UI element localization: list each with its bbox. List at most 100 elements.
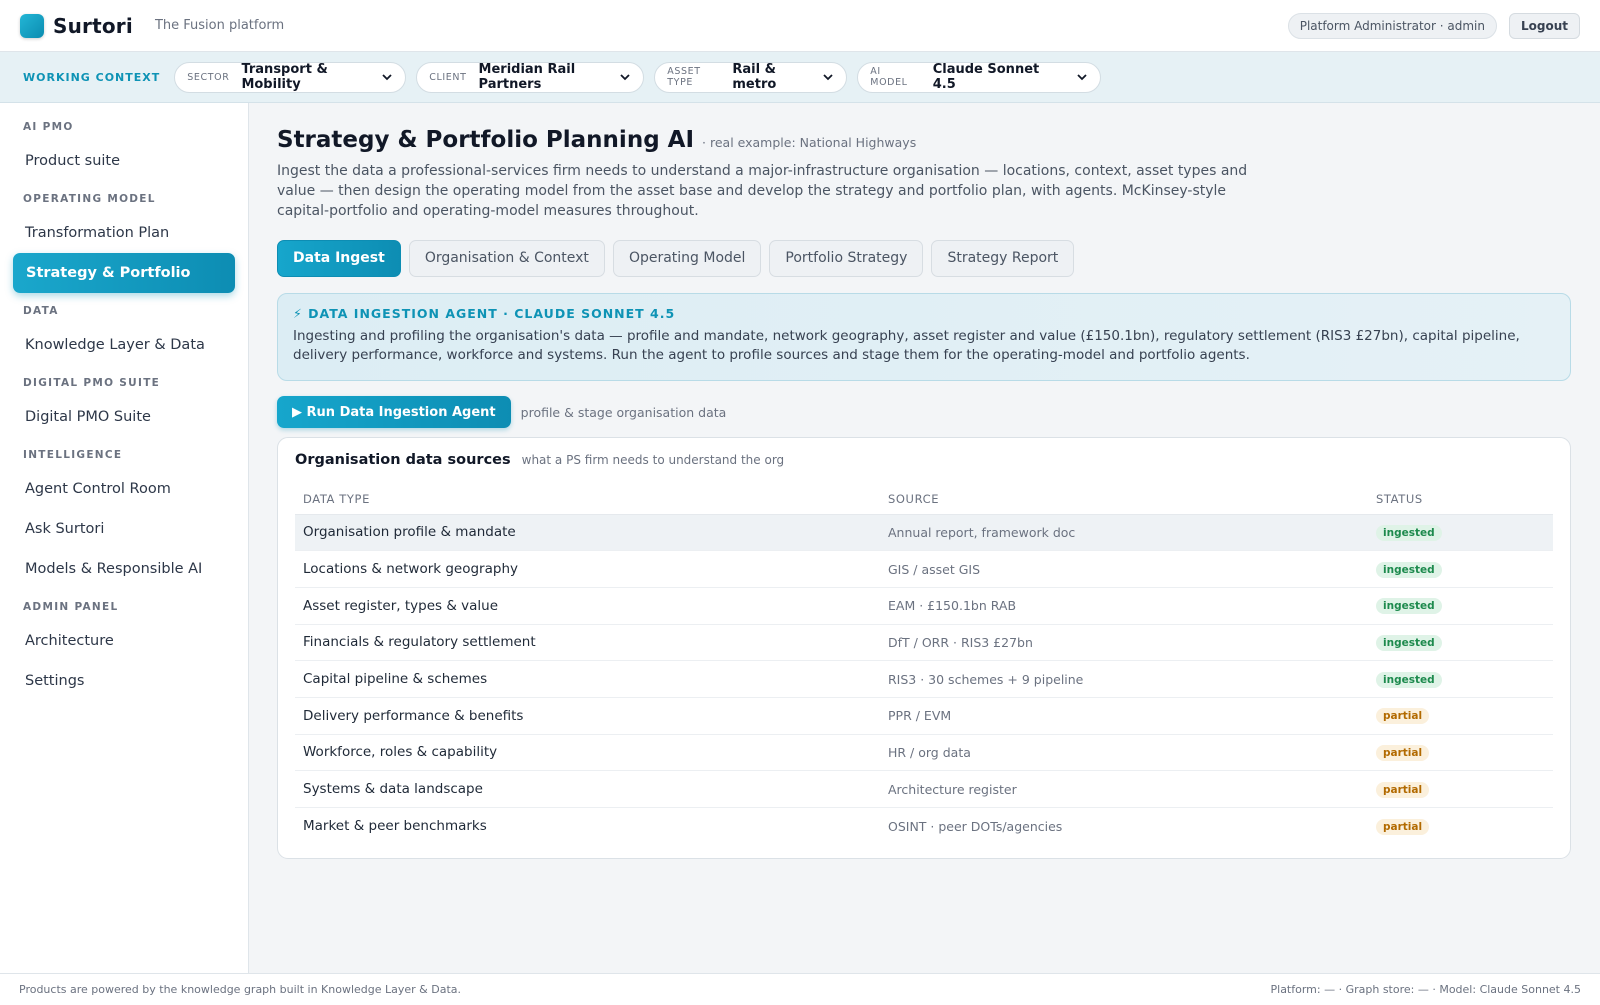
sidebar-item-knowledge-layer[interactable]: Knowledge Layer & Data: [0, 325, 248, 365]
sidebar-section-intelligence: INTELLIGENCE: [23, 449, 123, 461]
column-header-source: SOURCE: [880, 484, 1368, 515]
sidebar-item-models-responsible-ai[interactable]: Models & Responsible AI: [0, 549, 248, 589]
row-data-type: Capital pipeline & schemes: [295, 660, 880, 698]
sidebar-item-product-suite[interactable]: Product suite: [0, 141, 248, 181]
table-row[interactable]: Delivery performance & benefits PPR / EV…: [295, 697, 1553, 735]
tab-strategy-report[interactable]: Strategy Report: [931, 240, 1075, 277]
row-source: HR / org data: [880, 734, 1368, 772]
page-subtitle: · real example: National Highways: [702, 135, 917, 150]
agent-info-card: ⚡ DATA INGESTION AGENT · CLAUDE SONNET 4…: [277, 293, 1571, 381]
row-data-type: Delivery performance & benefits: [295, 697, 880, 735]
page-description: Ingest the data a professional-services …: [277, 163, 1248, 219]
table-row[interactable]: Workforce, roles & capability HR / org d…: [295, 734, 1553, 772]
status-badge: ingested: [1376, 524, 1442, 541]
sidebar-section-admin-panel: ADMIN PANEL: [23, 601, 119, 613]
sidebar-item-architecture[interactable]: Architecture: [0, 621, 248, 661]
logout-button[interactable]: Logout: [1508, 12, 1580, 39]
footer-bar: Products are powered by the knowledge gr…: [0, 973, 1600, 1005]
row-data-type: Locations & network geography: [295, 550, 880, 588]
sidebar-item-agent-control-room[interactable]: Agent Control Room: [0, 469, 248, 509]
sidebar-item-digital-pmo-suite[interactable]: Digital PMO Suite: [0, 397, 248, 437]
row-data-type: Organisation profile & mandate: [295, 514, 880, 552]
column-header-status: STATUS: [1368, 484, 1553, 515]
table-row[interactable]: Capital pipeline & schemes RIS3 · 30 sch…: [295, 660, 1553, 698]
status-badge: ingested: [1376, 561, 1442, 578]
status-badge: ingested: [1376, 598, 1442, 615]
asset-type-select-key: ASSET TYPE: [667, 66, 701, 88]
table-row[interactable]: Systems & data landscape Architecture re…: [295, 770, 1553, 808]
agent-description: Ingesting and profiling the organisation…: [293, 328, 1520, 363]
client-select-value: Meridian Rail Partners: [478, 62, 576, 92]
sector-select-key: SECTOR: [187, 71, 230, 83]
asset-type-select-value: Rail & metro: [732, 62, 777, 92]
sidebar-item-strategy-portfolio[interactable]: Strategy & Portfolio: [13, 253, 235, 293]
sidebar-item-settings[interactable]: Settings: [0, 661, 248, 701]
chevron-down-icon: [619, 71, 631, 83]
column-header-data-type: DATA TYPE: [295, 484, 880, 515]
tab-organisation-context[interactable]: Organisation & Context: [408, 240, 605, 277]
brand-name: Surtori: [53, 13, 133, 38]
sidebar-section-data: DATA: [23, 305, 59, 317]
status-badge: ingested: [1376, 671, 1442, 688]
table-row[interactable]: Locations & network geography GIS / asse…: [295, 550, 1553, 588]
row-data-type: Financials & regulatory settlement: [295, 624, 880, 662]
footer-note: Products are powered by the knowledge gr…: [19, 983, 462, 996]
data-sources-title: Organisation data sources: [295, 452, 511, 468]
sidebar-nav: AI PMO Product suite OPERATING MODEL Tra…: [0, 103, 249, 973]
tab-data-ingest[interactable]: Data Ingest: [277, 240, 401, 277]
row-source: Annual report, framework doc: [880, 514, 1368, 552]
tab-bar: Data Ingest Organisation & Context Opera…: [277, 240, 1572, 277]
row-data-type: Market & peer benchmarks: [303, 818, 487, 835]
run-agent-hint: profile & stage organisation data: [520, 404, 727, 420]
row-data-type: Workforce, roles & capability: [295, 734, 880, 772]
table-row[interactable]: Organisation profile & mandate Annual re…: [295, 514, 1553, 552]
data-sources-table: DATA TYPE SOURCE STATUS Organisation pro…: [295, 484, 1553, 844]
sidebar-item-ask-surtori[interactable]: Ask Surtori: [0, 509, 248, 549]
table-row[interactable]: Market & peer benchmarks OSINT · peer DO…: [295, 808, 1553, 845]
row-data-type: Systems & data landscape: [295, 770, 880, 808]
user-badge: Platform Administrator · admin: [1287, 12, 1497, 39]
page-title: Strategy & Portfolio Planning AI: [277, 127, 695, 153]
row-source: PPR / EVM: [880, 697, 1368, 735]
row-data-type: Asset register, types & value: [295, 587, 880, 625]
ai-model-select-key: AI MODEL: [870, 66, 908, 88]
run-agent-button[interactable]: ▶ Run Data Ingestion Agent: [277, 396, 511, 428]
chevron-down-icon: [1076, 71, 1088, 83]
row-source: OSINT · peer DOTs/agencies: [888, 818, 1063, 834]
row-source: RIS3 · 30 schemes + 9 pipeline: [880, 660, 1368, 698]
brand-tagline: The Fusion platform: [154, 18, 285, 33]
tab-operating-model[interactable]: Operating Model: [612, 240, 762, 277]
chevron-down-icon: [381, 71, 393, 83]
tab-portfolio-strategy[interactable]: Portfolio Strategy: [769, 240, 924, 277]
sector-select[interactable]: SECTOR Transport & Mobility: [174, 61, 407, 93]
chevron-down-icon: [822, 71, 834, 83]
row-source: Architecture register: [880, 770, 1368, 808]
sidebar-section-digital-pmo: DIGITAL PMO SUITE: [23, 377, 161, 389]
status-badge: partial: [1376, 818, 1430, 835]
ai-model-select-value: Claude Sonnet 4.5: [932, 62, 1040, 92]
table-row[interactable]: Asset register, types & value EAM · £150…: [295, 587, 1553, 625]
status-badge: partial: [1376, 708, 1430, 725]
data-sources-card: Organisation data sources what a PS firm…: [277, 437, 1571, 859]
asset-type-select[interactable]: ASSET TYPE Rail & metro: [654, 61, 848, 93]
row-source: DfT / ORR · RIS3 £27bn: [880, 624, 1368, 662]
status-badge: partial: [1376, 744, 1430, 761]
row-source: EAM · £150.1bn RAB: [880, 587, 1368, 625]
sidebar-section-operating-model: OPERATING MODEL: [23, 193, 156, 205]
ai-model-select[interactable]: AI MODEL Claude Sonnet 4.5: [857, 61, 1102, 93]
row-source: GIS / asset GIS: [880, 550, 1368, 588]
sidebar-item-transformation-plan[interactable]: Transformation Plan: [0, 213, 248, 253]
client-select-key: CLIENT: [429, 71, 467, 83]
sidebar-section-ai-pmo: AI PMO: [23, 121, 74, 133]
top-bar: Surtori The Fusion platform Platform Adm…: [0, 0, 1600, 52]
sector-select-value: Transport & Mobility: [241, 62, 328, 92]
client-select[interactable]: CLIENT Meridian Rail Partners: [416, 61, 645, 93]
footer-status: Platform: — · Graph store: — · Model: Cl…: [1270, 983, 1582, 996]
status-badge: ingested: [1376, 634, 1442, 651]
working-context-label: WORKING CONTEXT: [23, 70, 161, 84]
logo-icon: [20, 13, 44, 38]
table-row[interactable]: Financials & regulatory settlement DfT /…: [295, 624, 1553, 662]
data-sources-subtitle: what a PS firm needs to understand the o…: [521, 453, 785, 467]
agent-heading: ⚡ DATA INGESTION AGENT · CLAUDE SONNET 4…: [293, 306, 676, 321]
status-badge: partial: [1376, 781, 1430, 798]
